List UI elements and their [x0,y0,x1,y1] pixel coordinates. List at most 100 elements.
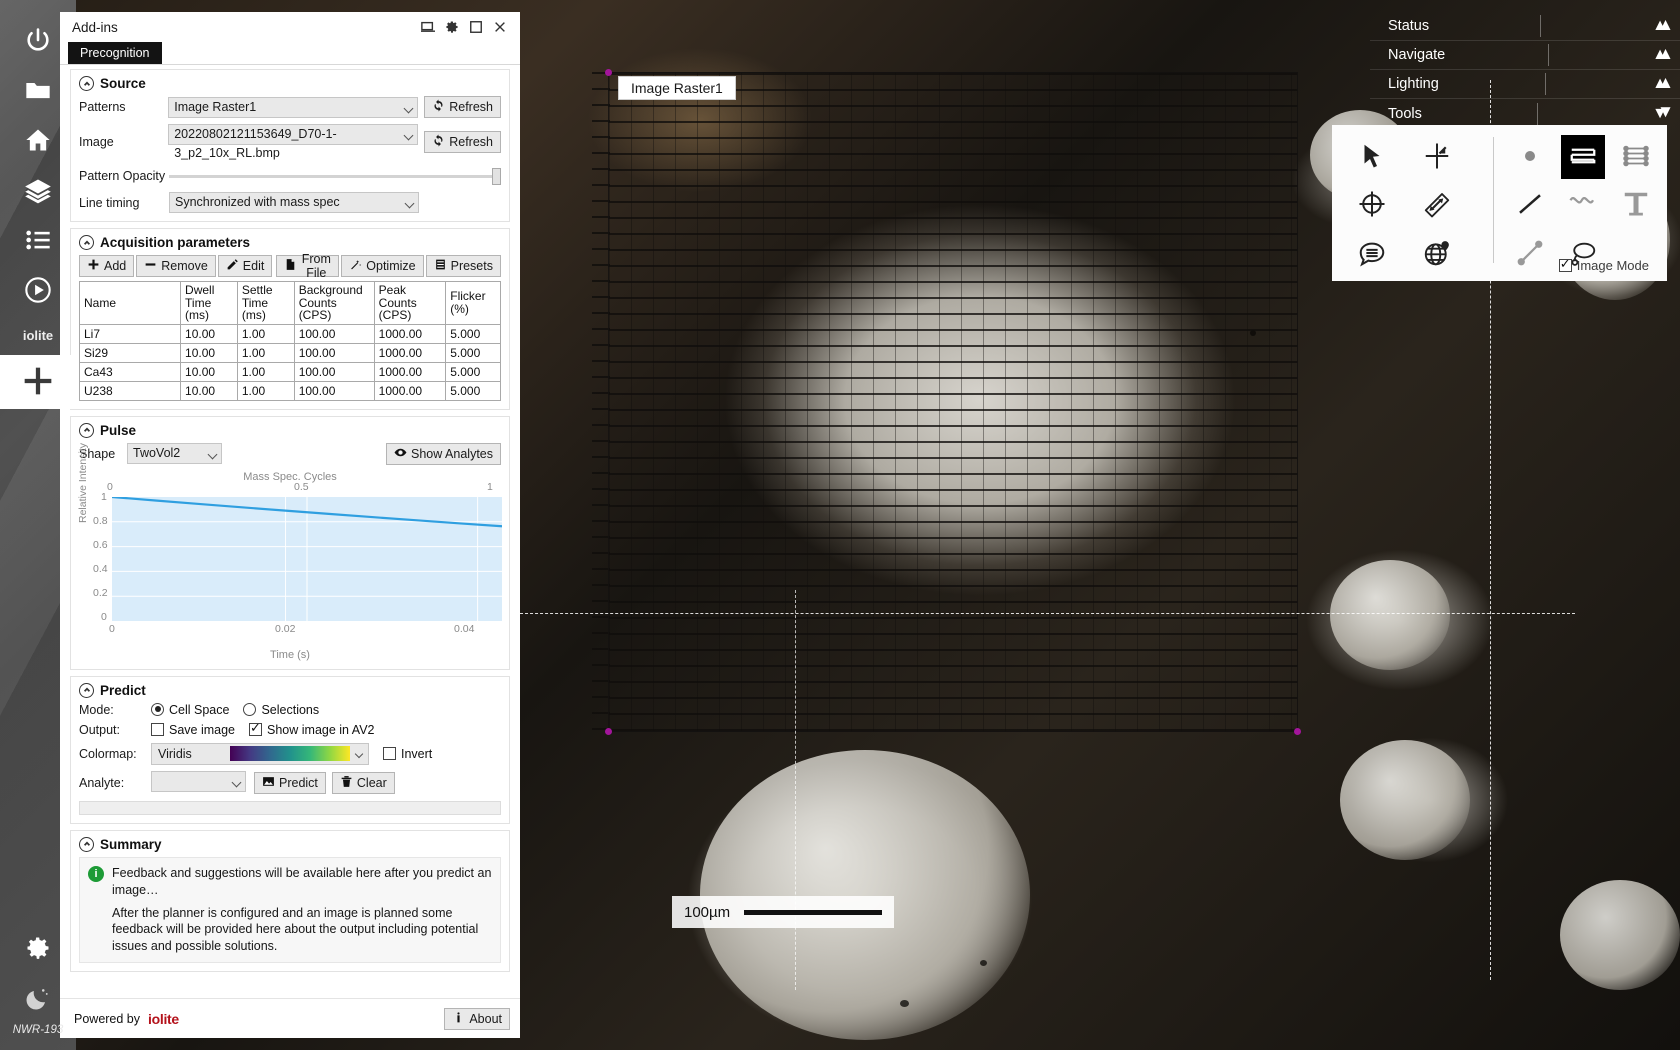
pulse-shape-select[interactable]: TwoVol2 [127,443,222,465]
edit-analyte-button[interactable]: Edit [217,255,273,277]
acquisition-table[interactable]: Name Dwell Time (ms) Settle Time (ms) Ba… [78,281,501,401]
clear-button[interactable]: Clear [331,771,395,794]
cell-flicker[interactable]: 5.000 [445,380,501,401]
gear-icon[interactable] [440,15,464,39]
cell-name[interactable]: Ca43 [78,361,182,382]
predict-button[interactable]: Predict [254,771,326,794]
image-refresh-button[interactable]: Refresh [424,131,501,153]
menu-item-navigate[interactable]: Navigate ▲ [1370,41,1680,70]
patterns-select[interactable]: Image Raster1 [168,96,419,118]
rail-item-settings[interactable] [0,924,76,974]
tool-pointer[interactable] [1350,135,1394,179]
table-row[interactable]: Si29 10.00 1.00 100.00 1000.00 5.000 [78,342,501,363]
tool-grid-lines[interactable] [1614,135,1658,179]
checkbox-save-image[interactable]: Save image [151,722,235,737]
scroll-up-icon-2[interactable]: ▲ [1657,45,1674,62]
tool-globe-pin[interactable] [1415,232,1459,276]
cell-background[interactable]: 100.00 [293,380,375,401]
column-name[interactable]: Name [78,281,182,325]
cell-background[interactable]: 100.00 [293,361,375,382]
rail-item-theme[interactable] [0,974,76,1024]
cell-peak[interactable]: 1000.00 [373,323,447,344]
tool-line[interactable] [1508,184,1552,228]
column-flicker[interactable]: Flicker (%) [445,281,501,325]
raster-handle-br[interactable] [1294,728,1301,735]
analyte-select[interactable] [151,770,246,792]
menu-item-lighting[interactable]: Lighting ▲ [1370,70,1680,99]
undock-icon[interactable] [416,15,440,39]
chevron-up-icon[interactable] [79,682,94,698]
from-file-button[interactable]: From File [276,252,340,280]
tool-target[interactable] [1350,184,1394,228]
maximize-icon[interactable] [464,15,488,39]
summary-group-header[interactable]: Summary [79,836,501,852]
rail-item-list[interactable] [0,216,76,266]
add-analyte-button[interactable]: Add [79,255,135,277]
tool-raster-lines[interactable] [1561,135,1606,179]
tool-text[interactable] [1614,184,1658,228]
table-row[interactable]: U238 10.00 1.00 100.00 1000.00 5.000 [78,380,501,401]
rail-item-home[interactable] [0,116,76,166]
raster-handle-bl[interactable] [605,728,612,735]
checkbox-show-image-av2[interactable]: Show image in AV2 [249,720,375,737]
radio-cell-space-indicator[interactable] [151,702,164,716]
chevron-up-icon[interactable] [79,76,94,91]
source-group-header[interactable]: Source [79,76,501,91]
tool-spot[interactable] [1508,135,1552,179]
tool-comment[interactable] [1350,232,1394,276]
chevron-up-icon[interactable] [79,836,94,852]
close-icon[interactable] [488,15,512,39]
cell-flicker[interactable]: 5.000 [445,342,501,363]
cell-settle[interactable]: 1.00 [236,342,295,363]
cell-peak[interactable]: 1000.00 [373,342,447,363]
cell-background[interactable]: 100.00 [293,323,375,344]
raster-pattern-overlay[interactable] [605,69,1301,735]
scroll-up-icon-1[interactable]: ▲ [1657,16,1674,33]
image-mode-checkbox[interactable] [1558,256,1572,272]
tool-polyline-curve[interactable] [1561,184,1605,228]
cell-name[interactable]: Li7 [78,323,182,344]
cell-name[interactable]: U238 [78,380,182,401]
scroll-down-icon[interactable]: ▼ [1657,103,1674,120]
pulse-group-header[interactable]: Pulse [79,422,501,438]
optimize-button[interactable]: Optimize [341,255,424,277]
tool-segmented-line[interactable] [1508,232,1552,276]
cell-dwell[interactable]: 10.00 [180,323,238,344]
cell-dwell[interactable]: 10.00 [180,380,238,401]
patterns-refresh-button[interactable]: Refresh [424,96,501,118]
cell-dwell[interactable]: 10.00 [180,361,238,382]
cell-name[interactable]: Si29 [78,342,182,363]
column-settle-time[interactable]: Settle Time (ms) [236,281,295,325]
tool-measure[interactable] [1415,184,1459,228]
checkbox-save-image-indicator[interactable] [151,722,164,736]
column-dwell-time[interactable]: Dwell Time (ms) [180,281,238,325]
menu-item-status[interactable]: Status ▲ [1370,12,1680,41]
menu-item-tools[interactable]: Tools ▼ [1370,99,1680,128]
scroll-up-icon-3[interactable]: ▲ [1657,74,1674,91]
tool-crosshair-move[interactable] [1415,135,1459,179]
chevron-up-icon[interactable] [79,235,94,250]
cell-settle[interactable]: 1.00 [236,323,295,344]
cell-flicker[interactable]: 5.000 [445,361,501,382]
rail-item-power[interactable] [0,16,76,66]
cell-settle[interactable]: 1.00 [236,380,295,401]
radio-selections[interactable]: Selections [243,702,319,717]
checkbox-show-image-av2-indicator[interactable] [249,720,263,736]
tab-precognition[interactable]: Precognition [68,42,162,64]
cell-peak[interactable]: 1000.00 [373,380,447,401]
remove-analyte-button[interactable]: Remove [136,255,216,277]
rail-add-button[interactable] [0,355,76,409]
slider-knob[interactable] [492,167,501,185]
colormap-select[interactable]: Viridis [151,742,369,765]
chevron-up-icon[interactable] [79,422,94,438]
image-select[interactable]: 20220802121153649_D70-1-3_p2_10x_RL.bmp [168,124,419,160]
column-peak-counts[interactable]: Peak Counts (CPS) [373,281,447,325]
about-button[interactable]: About [444,1007,510,1030]
cell-dwell[interactable]: 10.00 [180,342,238,363]
raster-handle-tl[interactable] [605,69,612,76]
radio-cell-space[interactable]: Cell Space [151,702,229,717]
radio-selections-indicator[interactable] [243,702,257,716]
cell-settle[interactable]: 1.00 [236,361,295,382]
rail-item-folder[interactable] [0,66,76,116]
line-timing-select[interactable]: Synchronized with mass spec [169,192,419,213]
